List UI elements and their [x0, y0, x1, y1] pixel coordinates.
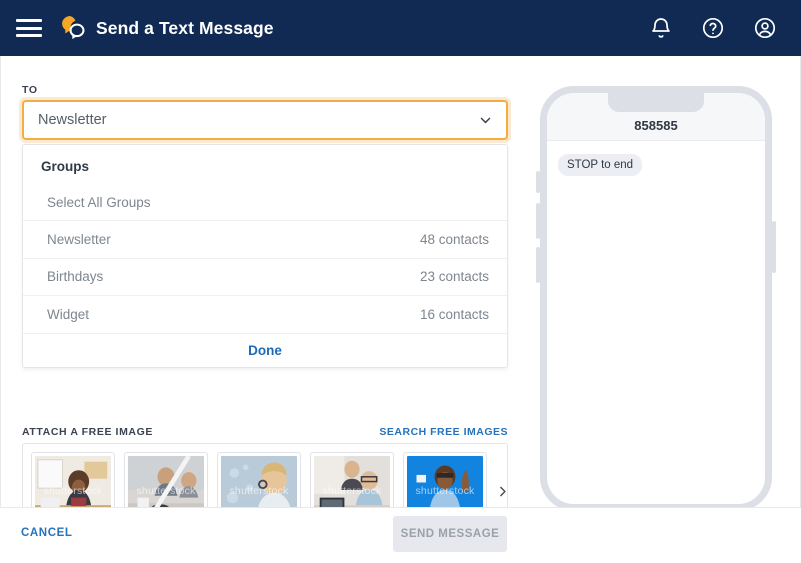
- message-bubble: STOP to end: [558, 154, 643, 176]
- phone-preview: 858585 STOP to end: [536, 86, 776, 511]
- dropdown-item-widget[interactable]: Widget 16 contacts: [23, 295, 507, 333]
- dropdown-item-label: Birthdays: [47, 269, 104, 285]
- phone-sender-number: 858585: [634, 118, 678, 133]
- question-mark-circle-icon[interactable]: [701, 16, 725, 40]
- send-text-message-page: Send a Text Message TO Newsletter Groups…: [0, 0, 801, 563]
- watermark-text: shutterstock: [43, 485, 103, 497]
- dropdown-title: Groups: [41, 159, 90, 174]
- dropdown-item-count: 16 contacts: [419, 306, 489, 322]
- chevron-down-icon: [479, 114, 492, 127]
- page-title: Send a Text Message: [96, 17, 274, 38]
- groups-dropdown: Groups Select All Groups Newsletter 48 c…: [22, 144, 508, 368]
- phone-notch: [608, 93, 704, 112]
- phone-message-list: STOP to end: [547, 141, 765, 504]
- recipient-select[interactable]: Newsletter: [22, 100, 508, 140]
- phone-conversation-header: 858585: [547, 93, 765, 141]
- dropdown-item-newsletter[interactable]: Newsletter 48 contacts: [23, 220, 507, 258]
- to-label: TO: [22, 84, 38, 96]
- phone-volume-down-button: [536, 247, 540, 283]
- cancel-button[interactable]: CANCEL: [21, 527, 73, 539]
- dropdown-done-button[interactable]: Done: [23, 332, 507, 367]
- dropdown-item-birthdays[interactable]: Birthdays 23 contacts: [23, 257, 507, 296]
- search-free-images-link[interactable]: SEARCH FREE IMAGES: [379, 426, 508, 438]
- app-header: Send a Text Message: [0, 0, 801, 56]
- phone-power-button: [772, 221, 776, 273]
- attach-image-header: ATTACH A FREE IMAGE SEARCH FREE IMAGES: [22, 426, 508, 438]
- chevron-right-icon[interactable]: [496, 476, 509, 506]
- dropdown-item-label: Widget: [47, 306, 90, 322]
- header-actions: [649, 16, 777, 40]
- user-circle-icon[interactable]: [753, 16, 777, 40]
- phone-mute-switch: [536, 171, 540, 193]
- watermark-text: shutterstock: [136, 485, 196, 497]
- watermark-text: shutterstock: [415, 485, 475, 497]
- dropdown-item-label: Newsletter: [47, 231, 111, 247]
- send-message-button[interactable]: SEND MESSAGE: [393, 516, 507, 552]
- hamburger-menu-icon[interactable]: [16, 19, 42, 37]
- dropdown-item-label: Select All Groups: [47, 194, 151, 210]
- attach-image-label: ATTACH A FREE IMAGE: [22, 426, 153, 438]
- bell-icon[interactable]: [649, 16, 673, 40]
- dropdown-item-select-all[interactable]: Select All Groups: [23, 184, 507, 220]
- dropdown-item-count: 23 contacts: [419, 269, 489, 285]
- recipient-select-value: Newsletter: [38, 112, 107, 128]
- watermark-text: shutterstock: [229, 485, 289, 497]
- form-footer: CANCEL SEND MESSAGE: [0, 507, 801, 563]
- brand-logo-icon: [56, 13, 86, 43]
- phone-volume-up-button: [536, 203, 540, 239]
- dropdown-item-count: 48 contacts: [419, 231, 489, 247]
- watermark-text: shutterstock: [322, 485, 382, 497]
